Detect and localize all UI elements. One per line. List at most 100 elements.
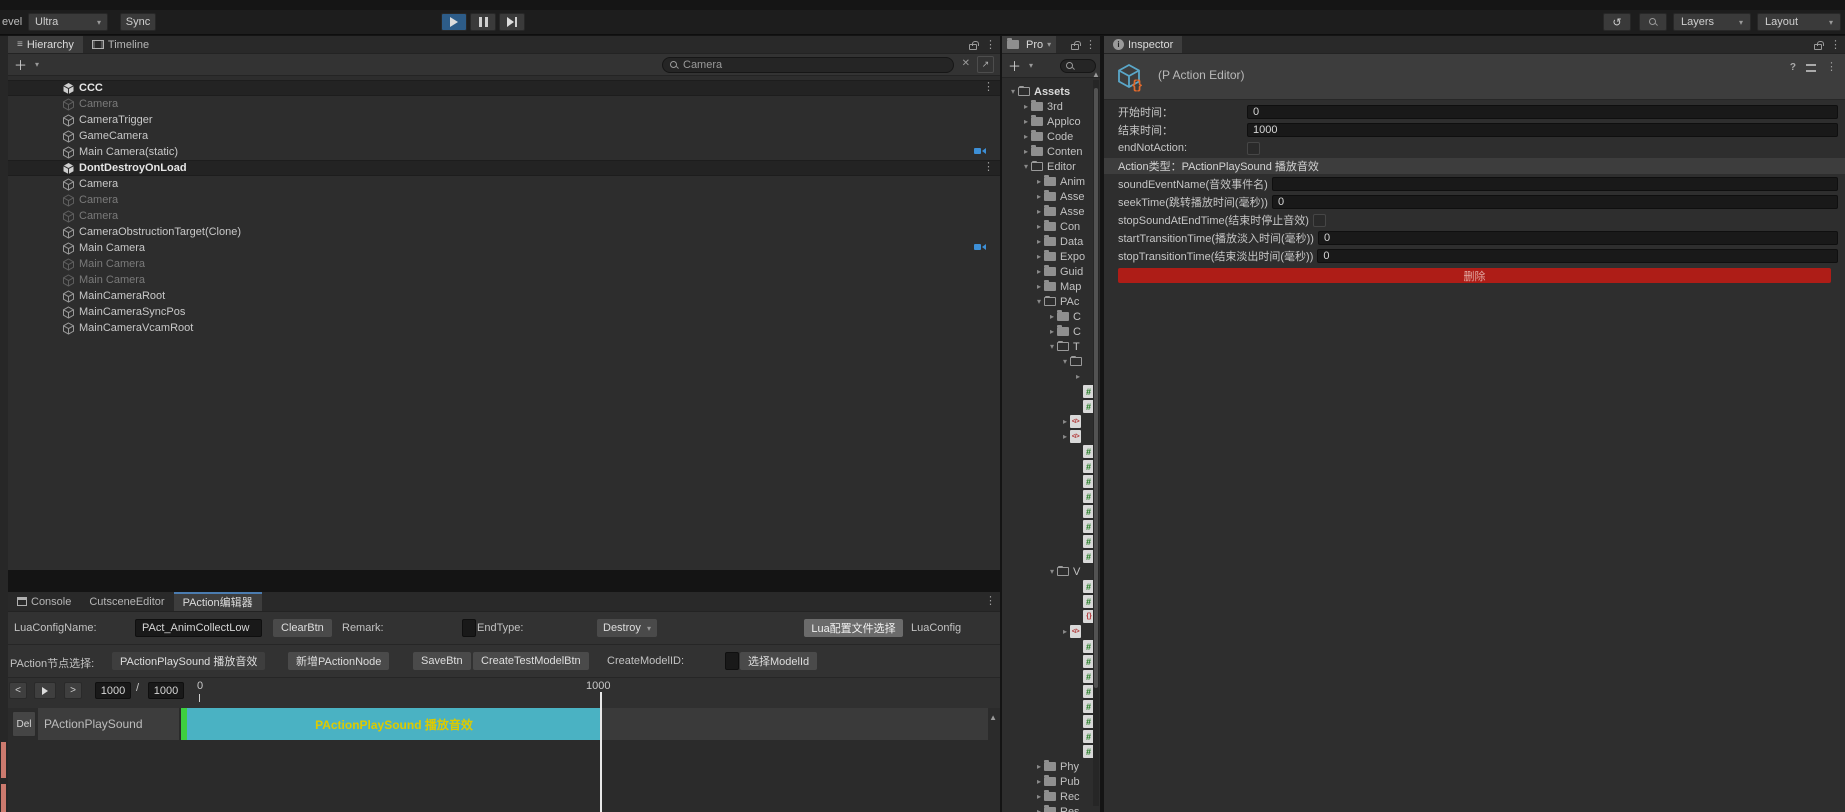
lua-file-select-button[interactable]: Lua配置文件选择 <box>803 618 904 638</box>
foldout-arrow-icon[interactable] <box>1047 327 1057 336</box>
project-tree-row[interactable]: Pub <box>1002 774 1100 789</box>
foldout-arrow-icon[interactable] <box>1047 567 1057 576</box>
project-tree-row[interactable] <box>1002 414 1100 429</box>
project-tree-row[interactable]: Res <box>1002 804 1100 812</box>
quality-dropdown[interactable]: Ultra ▾ <box>28 13 108 31</box>
project-tree-row[interactable]: Asse <box>1002 204 1100 219</box>
project-tree-row[interactable]: V <box>1002 564 1100 579</box>
foldout-arrow-icon[interactable] <box>1008 87 1018 96</box>
layout-dropdown[interactable]: Layout ▾ <box>1757 13 1841 31</box>
hierarchy-row[interactable]: MainCameraVcamRoot ⋮ <box>8 320 1000 336</box>
project-tree-row[interactable] <box>1002 519 1100 534</box>
stop-transition-input[interactable]: 0 <box>1317 249 1838 263</box>
project-tree-row[interactable] <box>1002 594 1100 609</box>
hierarchy-row[interactable]: Camera ⋮ <box>8 96 1000 112</box>
tab-project[interactable]: Pro ▾ <box>1002 36 1057 53</box>
hierarchy-row[interactable]: Camera ⋮ <box>8 208 1000 224</box>
hierarchy-row[interactable]: Main Camera(static) ⋮ <box>8 144 1000 160</box>
hierarchy-row[interactable]: Main Camera ⋮ <box>8 240 1000 256</box>
foldout-arrow-icon[interactable] <box>1021 132 1031 141</box>
stop-sound-checkbox[interactable] <box>1312 213 1326 227</box>
project-tree-row[interactable] <box>1002 354 1100 369</box>
remark-input[interactable] <box>462 619 476 637</box>
project-tree-row[interactable] <box>1002 609 1100 624</box>
presets-icon[interactable] <box>1806 64 1816 72</box>
foldout-arrow-icon[interactable] <box>1021 162 1031 171</box>
project-scrollbar[interactable]: ▲ <box>1092 70 1100 806</box>
project-tree-row[interactable]: T <box>1002 339 1100 354</box>
project-tree-row[interactable] <box>1002 669 1100 684</box>
foldout-arrow-icon[interactable] <box>1073 372 1083 381</box>
project-tree-row[interactable]: Editor <box>1002 159 1100 174</box>
foldout-arrow-icon[interactable] <box>1060 417 1070 426</box>
foldout-arrow-icon[interactable] <box>1034 267 1044 276</box>
hierarchy-row[interactable]: CameraObstructionTarget(Clone) ⋮ <box>8 224 1000 240</box>
project-tree-row[interactable] <box>1002 654 1100 669</box>
project-tree-row[interactable] <box>1002 744 1100 759</box>
tab-paction-editor[interactable]: PAction编辑器 <box>173 592 262 611</box>
total-time-input[interactable]: 1000 <box>148 682 184 699</box>
play-button[interactable] <box>441 13 467 31</box>
camera-badge-icon[interactable] <box>974 242 986 252</box>
search-popout-icon[interactable]: ↗ <box>977 56 994 73</box>
project-tree-row[interactable]: Rec <box>1002 789 1100 804</box>
row-kebab-icon[interactable]: ⋮ <box>983 162 994 173</box>
select-model-button[interactable]: 选择ModelId <box>739 651 819 671</box>
project-tree-row[interactable] <box>1002 639 1100 654</box>
help-icon[interactable]: ? <box>1790 62 1796 73</box>
project-tree-row[interactable] <box>1002 684 1100 699</box>
project-tree-row[interactable] <box>1002 534 1100 549</box>
step-button[interactable] <box>499 13 525 31</box>
project-tree-row[interactable] <box>1002 369 1100 384</box>
project-tree-row[interactable]: Expo <box>1002 249 1100 264</box>
foldout-arrow-icon[interactable] <box>1021 147 1031 156</box>
project-tree-row[interactable] <box>1002 624 1100 639</box>
foldout-arrow-icon[interactable] <box>1060 432 1070 441</box>
scroll-up-icon[interactable]: ▲ <box>989 713 997 722</box>
end-type-dropdown[interactable]: Destroy ▾ <box>596 618 658 638</box>
delete-button[interactable]: 删除 <box>1118 268 1831 283</box>
foldout-arrow-icon[interactable] <box>1034 252 1044 261</box>
project-tree-row[interactable]: Map <box>1002 279 1100 294</box>
foldout-arrow-icon[interactable] <box>1034 222 1044 231</box>
project-tree-row[interactable]: PAc <box>1002 294 1100 309</box>
start-transition-input[interactable]: 0 <box>1317 231 1838 245</box>
tab-console[interactable]: Console <box>8 592 80 611</box>
foldout-arrow-icon[interactable] <box>1034 762 1044 771</box>
kebab-menu-icon[interactable]: ⋮ <box>985 595 996 607</box>
foldout-arrow-icon[interactable] <box>1060 357 1070 366</box>
project-tree-row[interactable] <box>1002 384 1100 399</box>
project-tree-row[interactable]: Asse <box>1002 189 1100 204</box>
timeline-playhead[interactable] <box>600 692 602 812</box>
tab-hierarchy[interactable]: ≡ Hierarchy <box>8 36 83 53</box>
foldout-arrow-icon[interactable] <box>1034 237 1044 246</box>
kebab-menu-icon[interactable]: ⋮ <box>1085 39 1096 51</box>
create-test-model-button[interactable]: CreateTestModelBtn <box>472 651 590 671</box>
hierarchy-search-input[interactable]: Camera <box>662 57 954 73</box>
project-tree-row[interactable]: Conten <box>1002 144 1100 159</box>
project-tree-row[interactable] <box>1002 729 1100 744</box>
project-tree-row[interactable]: C <box>1002 324 1100 339</box>
lock-icon[interactable] <box>1071 40 1081 50</box>
create-model-id-input[interactable] <box>725 652 739 670</box>
hierarchy-row[interactable]: Camera ⋮ <box>8 192 1000 208</box>
scroll-up-icon[interactable]: ▲ <box>1092 70 1100 79</box>
foldout-arrow-icon[interactable] <box>1060 627 1070 636</box>
next-frame-button[interactable]: > <box>64 682 82 699</box>
pause-button[interactable] <box>470 13 496 31</box>
timeline-row-label[interactable]: PActionPlaySound <box>38 708 179 740</box>
create-asset-button[interactable]: ＋ ▾ <box>1008 56 1033 75</box>
hierarchy-row[interactable]: Camera ⋮ <box>8 176 1000 192</box>
add-node-button[interactable]: 新增PActionNode <box>287 651 391 671</box>
foldout-arrow-icon[interactable] <box>1034 777 1044 786</box>
project-tree-row[interactable] <box>1002 399 1100 414</box>
project-tree-row[interactable]: 3rd <box>1002 99 1100 114</box>
tab-cutscene-editor[interactable]: CutsceneEditor <box>80 592 173 611</box>
project-tree-row[interactable]: Assets <box>1002 84 1100 99</box>
end-time-input[interactable]: 1000 <box>1247 123 1838 137</box>
hierarchy-row[interactable]: DontDestroyOnLoad ⋮ <box>8 160 1000 176</box>
create-object-button[interactable]: ＋ ▾ <box>14 55 39 74</box>
tab-inspector[interactable]: i Inspector <box>1104 36 1183 53</box>
lock-icon[interactable] <box>969 40 979 50</box>
sync-button[interactable]: Sync <box>120 13 156 31</box>
